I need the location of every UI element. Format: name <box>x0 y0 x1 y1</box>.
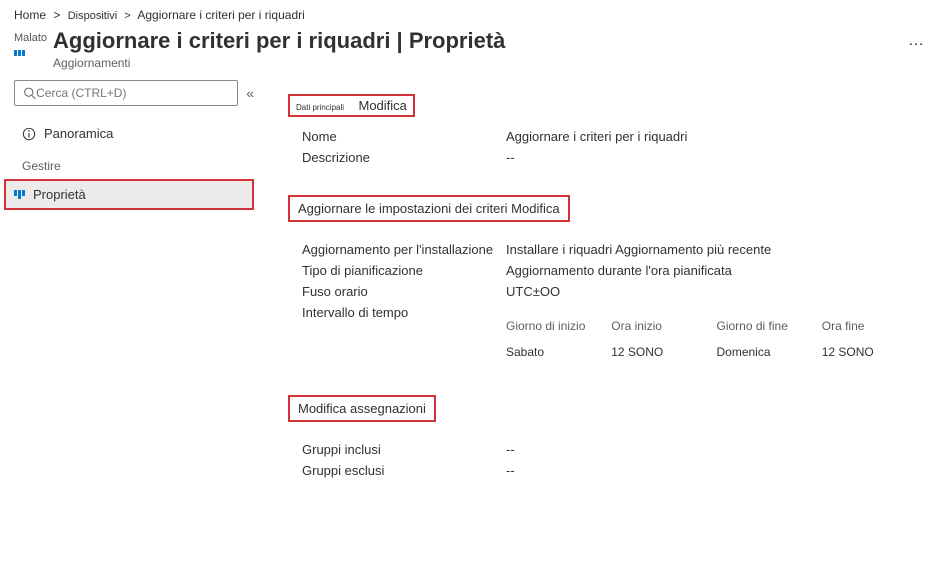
timezone-value: UTC±OO <box>506 284 560 299</box>
basics-label: Dati principali <box>296 103 344 112</box>
cell-start-day: Sabato <box>506 345 611 359</box>
page-header: Malato Aggiornare i criteri per i riquad… <box>0 26 947 70</box>
settings-heading[interactable]: Aggiornare le impostazioni dei criteri M… <box>298 201 560 216</box>
name-value: Aggiornare i criteri per i riquadri <box>506 129 687 144</box>
breadcrumb-devices[interactable]: Dispositivi > <box>68 10 131 22</box>
search-input[interactable] <box>36 86 229 100</box>
info-icon <box>22 127 36 141</box>
sidebar-item-properties[interactable]: Proprietà <box>6 181 252 208</box>
cell-start-time: 12 SONO <box>611 345 716 359</box>
search-box[interactable] <box>14 80 238 106</box>
properties-icon <box>14 190 25 199</box>
breadcrumb-home[interactable]: Home > <box>14 8 60 22</box>
col-end-time: Ora fine <box>822 319 927 333</box>
cell-end-time: 12 SONO <box>822 345 927 359</box>
sidebar-item-label: Panoramica <box>44 126 113 141</box>
schedule-type-value: Aggiornamento durante l'ora pianificata <box>506 263 732 278</box>
included-groups-value: -- <box>506 442 515 457</box>
cell-end-day: Domenica <box>717 345 822 359</box>
assignments-heading[interactable]: Modifica assegnazioni <box>298 401 426 416</box>
main-content: Dati principali Modifica Nome Aggiornare… <box>260 70 947 484</box>
header-badge: Malato <box>14 32 47 44</box>
schedule-table: Giorno di inizio Ora inizio Giorno di fi… <box>506 313 927 365</box>
search-icon <box>23 86 36 100</box>
schedule-type-label: Tipo di pianificazione <box>288 263 506 278</box>
col-start-day: Giorno di inizio <box>506 319 611 333</box>
sidebar-section-manage: Gestire <box>14 147 254 179</box>
page-subtitle: Aggiornamenti <box>53 56 900 70</box>
description-value: -- <box>506 150 515 165</box>
excluded-groups-value: -- <box>506 463 515 478</box>
col-end-day: Giorno di fine <box>717 319 822 333</box>
table-row: Sabato 12 SONO Domenica 12 SONO <box>506 339 927 365</box>
sidebar-item-overview[interactable]: Panoramica <box>14 120 254 147</box>
sidebar-item-label: Proprietà <box>33 187 86 202</box>
breadcrumb: Home > Dispositivi > Aggiornare i criter… <box>0 0 947 26</box>
page-title: Aggiornare i criteri per i riquadri | Pr… <box>53 28 900 54</box>
name-label: Nome <box>288 129 506 144</box>
breadcrumb-current: Aggiornare i criteri per i riquadri <box>137 8 304 22</box>
col-start-time: Ora inizio <box>611 319 716 333</box>
excluded-groups-label: Gruppi esclusi <box>288 463 506 478</box>
resource-icon <box>14 50 25 56</box>
sidebar: « Panoramica Gestire Proprietà <box>0 70 260 484</box>
collapse-sidebar-icon[interactable]: « <box>246 85 254 101</box>
basics-edit-link[interactable]: Modifica <box>358 98 406 113</box>
timezone-label: Fuso orario <box>288 284 506 299</box>
install-update-value: Installare i riquadri Aggiornamento più … <box>506 242 771 257</box>
included-groups-label: Gruppi inclusi <box>288 442 506 457</box>
install-update-label: Aggiornamento per l'installazione <box>288 242 506 257</box>
time-window-label: Intervallo di tempo <box>288 305 506 320</box>
description-label: Descrizione <box>288 150 506 165</box>
more-button[interactable]: … <box>900 28 933 54</box>
